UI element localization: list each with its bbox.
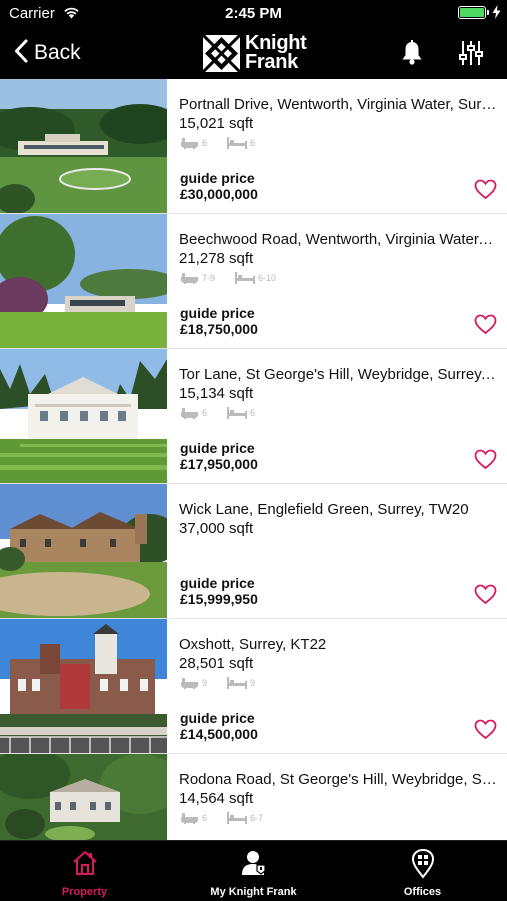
bathtub-icon [181,678,198,689]
price-label: guide price [180,170,255,186]
property-address: Wick Lane, Englefield Green, Surrey, TW2… [179,501,469,518]
back-label: Back [34,41,81,64]
property-price: £17,950,000 [180,456,258,472]
favorite-heart-icon[interactable] [474,314,497,340]
favorite-heart-icon[interactable] [474,179,497,205]
tab-label-offices: Offices [403,886,442,898]
property-row[interactable]: Wick Lane, Englefield Green, Surrey, TW2… [0,484,507,618]
tab-property[interactable]: Property [0,841,169,901]
bathroom-count: 6 [202,138,208,148]
person-icon [169,849,338,877]
property-address: Oxshott, Surrey, KT22 [179,636,327,653]
bedroom-count: 6-7 [250,813,264,823]
room-counts: 6 6-7 [180,812,283,824]
property-address: Beechwood Road, Wentworth, Virginia Wate… [179,231,497,248]
tab-bar: Property My Knight Frank Offices [0,840,507,900]
bed-icon [227,137,248,149]
house-icon [0,849,169,877]
property-photo [0,484,167,618]
bedroom-count: 9 [250,678,256,688]
filter-sliders-icon[interactable] [459,40,483,71]
property-row[interactable]: Oxshott, Surrey, KT22 28,501 sqft 9 9 gu… [0,619,507,753]
knight-frank-logo: Knight Frank [203,33,307,73]
notifications-bell-icon[interactable] [401,40,423,71]
bed-icon [235,272,256,284]
battery-tip [487,10,489,15]
property-photo [0,349,167,483]
property-row[interactable]: Rodona Road, St George's Hill, Weybridge… [0,754,507,840]
property-area: 37,000 sqft [179,520,254,537]
property-price: £14,500,000 [180,726,258,742]
property-area: 15,021 sqft [179,115,254,132]
property-photo [0,619,167,753]
property-area: 15,134 sqft [179,385,254,402]
property-address: Tor Lane, St George's Hill, Weybridge, S… [179,366,497,383]
property-price: £18,750,000 [180,321,258,337]
bed-icon [227,812,248,824]
property-address: Rodona Road, St George's Hill, Weybridge… [179,771,497,788]
property-row[interactable]: Tor Lane, St George's Hill, Weybridge, S… [0,349,507,483]
back-button[interactable]: Back [14,38,81,68]
property-price: £15,999,950 [180,591,258,607]
bathtub-icon [181,813,198,824]
bedroom-count: 6 [250,408,256,418]
property-address: Portnall Drive, Wentworth, Virginia Wate… [179,96,497,113]
tab-label-property: Property [61,886,108,898]
status-bar: Carrier 2:45 PM [0,0,507,28]
tab-offices[interactable]: Offices [338,841,507,901]
clock: 2:45 PM [225,5,282,22]
room-counts: 6 6 [180,137,275,149]
bathroom-count: 7-9 [202,273,216,283]
battery-icon [458,6,486,19]
property-area: 14,564 sqft [179,790,254,807]
bathtub-icon [181,138,198,149]
logo-mark-icon [203,34,240,72]
bathroom-count: 9 [202,678,208,688]
property-area: 28,501 sqft [179,655,254,672]
map-pin-icon [338,849,507,879]
property-price: £30,000,000 [180,186,258,202]
room-counts: 9 9 [180,677,275,689]
property-row[interactable]: Beechwood Road, Wentworth, Virginia Wate… [0,214,507,348]
property-area: 21,278 sqft [179,250,254,267]
room-counts: 7-9 6-10 [180,272,296,284]
tab-my-knight-frank[interactable]: My Knight Frank [169,841,338,901]
price-label: guide price [180,305,255,321]
navigation-bar: Back Knight Frank [0,28,507,79]
bathtub-icon [181,273,198,284]
favorite-heart-icon[interactable] [474,449,497,475]
bedroom-count: 6-10 [258,273,277,283]
bed-icon [227,407,248,419]
bedroom-count: 6 [250,138,256,148]
bathtub-icon [181,408,198,419]
chevron-left-icon [14,39,28,68]
bed-icon [227,677,248,689]
charging-icon [492,5,501,23]
property-row[interactable]: Portnall Drive, Wentworth, Virginia Wate… [0,79,507,213]
bathroom-count: 6 [202,813,208,823]
property-list[interactable]: Portnall Drive, Wentworth, Virginia Wate… [0,79,507,840]
bathroom-count: 6 [202,408,208,418]
price-label: guide price [180,710,255,726]
tab-label-my-knight-frank: My Knight Frank [210,886,297,898]
property-photo [0,214,167,348]
price-label: guide price [180,440,255,456]
room-counts: 6 6 [180,407,275,419]
logo-line-frank: Frank [245,51,298,73]
property-photo [0,754,167,840]
property-photo [0,79,167,213]
favorite-heart-icon[interactable] [474,719,497,745]
favorite-heart-icon[interactable] [474,584,497,610]
price-label: guide price [180,575,255,591]
